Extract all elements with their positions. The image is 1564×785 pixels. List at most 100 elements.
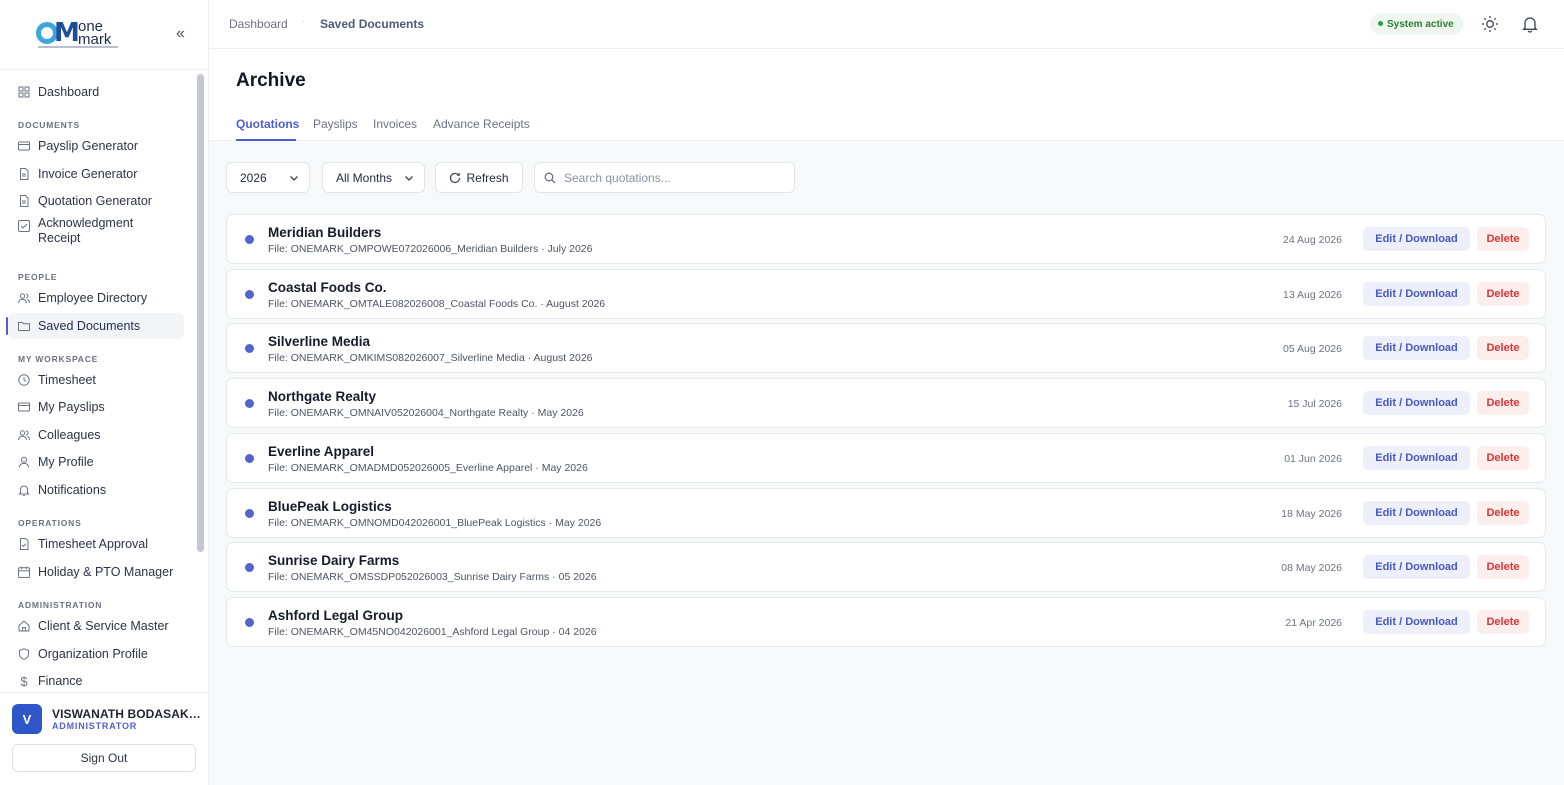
page-title: Archive: [236, 70, 306, 91]
sidebar-item-label: Dashboard: [38, 85, 100, 99]
tab-quotations[interactable]: Quotations: [236, 117, 299, 131]
users-icon: [18, 292, 30, 304]
sidebar-item-label: My Payslips: [38, 400, 105, 414]
document-name: Sunrise Dairy Farms: [268, 553, 400, 569]
edit-download-button[interactable]: Edit / Download: [1363, 391, 1470, 416]
document-name: Meridian Builders: [268, 225, 382, 240]
search-icon: [544, 172, 556, 183]
tab-payslips[interactable]: Payslips: [313, 117, 358, 131]
tab-invoices[interactable]: Invoices: [373, 117, 417, 131]
shield-icon: [18, 648, 30, 660]
grid-icon: [18, 86, 30, 98]
sidebar-item-my-payslips[interactable]: My Payslips: [8, 394, 184, 420]
card-icon: [18, 140, 30, 152]
sidebar-item-employee-directory[interactable]: Employee Directory: [8, 285, 184, 311]
edit-download-button[interactable]: Edit / Download: [1363, 500, 1470, 525]
status-dot: [245, 453, 254, 463]
section-documents: DOCUMENTS: [18, 120, 80, 130]
clock-icon: [18, 374, 30, 386]
edit-download-button[interactable]: Edit / Download: [1363, 281, 1470, 306]
sidebar-item-invoice-generator[interactable]: Invoice Generator: [8, 161, 184, 187]
sidebar-item-holiday-pto-manager[interactable]: Holiday & PTO Manager: [8, 559, 184, 585]
document-file: File: ONEMARK_OMNOMD042026001_BluePeak L…: [268, 516, 602, 529]
document-date: 21 Apr 2026: [1285, 616, 1342, 629]
delete-button[interactable]: Delete: [1477, 281, 1529, 306]
edit-download-button[interactable]: Edit / Download: [1363, 227, 1470, 251]
status-dot: [245, 344, 254, 354]
sidebar-item-saved-documents[interactable]: Saved Documents: [6, 313, 184, 339]
section-people: PEOPLE: [18, 272, 58, 282]
section-administration: ADMINISTRATION: [18, 600, 103, 610]
avatar[interactable]: V: [12, 704, 42, 734]
user-panel: V VISWANATH BODASAK… ADMINISTRATOR Sign …: [0, 692, 208, 785]
notifications-bell-icon[interactable]: [1521, 15, 1539, 33]
refresh-button[interactable]: Refresh: [435, 162, 523, 193]
sidebar-item-label: Finance: [38, 674, 83, 688]
delete-button[interactable]: Delete: [1477, 609, 1529, 634]
delete-button[interactable]: Delete: [1477, 445, 1529, 470]
edit-download-button[interactable]: Edit / Download: [1363, 336, 1470, 361]
sign-out-button[interactable]: Sign Out: [12, 744, 196, 772]
breadcrumb-dashboard[interactable]: Dashboard: [229, 17, 288, 31]
sidebar-item-acknowledgment-receipt[interactable]: Acknowledgment Receipt: [8, 216, 184, 252]
sidebar-scrollbar-thumb[interactable]: [197, 74, 204, 552]
edit-download-button[interactable]: Edit / Download: [1363, 445, 1470, 470]
document-date: 05 Aug 2026: [1283, 343, 1342, 356]
sidebar-item-payslip-generator[interactable]: Payslip Generator: [8, 133, 184, 159]
month-select[interactable]: All Months: [322, 162, 425, 193]
status-dot: [245, 563, 254, 573]
document-name: Everline Apparel: [268, 443, 375, 459]
sidebar-item-timesheet-approval[interactable]: Timesheet Approval: [8, 531, 184, 557]
document-row: Everline Apparel File: ONEMARK_OMADMD0520…: [226, 432, 1546, 483]
sidebar-item-label: My Profile: [38, 455, 94, 469]
year-select-value: 2026: [240, 170, 267, 185]
delete-button[interactable]: Delete: [1477, 555, 1529, 580]
document-date: 18 May 2026: [1281, 507, 1342, 520]
delete-button[interactable]: Delete: [1477, 227, 1529, 251]
sidebar-item-quotation-generator[interactable]: Quotation Generator: [8, 188, 184, 214]
document-file: File: ONEMARK_OMADMD052026005_Everline A…: [268, 461, 588, 474]
status-dot: [245, 508, 254, 518]
document-file: File: ONEMARK_OM45NO042026001_Ashford Le…: [268, 625, 597, 638]
document-name: Northgate Realty: [268, 389, 377, 405]
onemark-logo[interactable]: M one mark: [36, 18, 120, 52]
document-file: File: ONEMARK_OMNAIV052026004_Northgate …: [268, 407, 584, 420]
search-input[interactable]: [564, 170, 784, 185]
document-name: Ashford Legal Group: [268, 607, 403, 623]
sidebar-item-label: Timesheet Approval: [38, 537, 149, 551]
document-file: File: ONEMARK_OMSSDP052026003_Sunrise Da…: [268, 571, 597, 584]
document-file: File: ONEMARK_OMPOWE072026006_Meridian B…: [268, 243, 593, 255]
edit-download-button[interactable]: Edit / Download: [1363, 609, 1470, 634]
sidebar-item-colleagues[interactable]: Colleagues: [8, 422, 184, 448]
sidebar-item-label: Quotation Generator: [38, 194, 152, 208]
refresh-label: Refresh: [466, 170, 509, 185]
logo-tagline: [38, 46, 118, 48]
folder-icon: [18, 320, 30, 332]
sidebar-item-my-profile[interactable]: My Profile: [8, 449, 184, 475]
sidebar-item-notifications[interactable]: Notifications: [8, 477, 184, 503]
tab-advance-receipts[interactable]: Advance Receipts: [433, 117, 530, 131]
check-square-icon: [18, 220, 30, 232]
sidebar-item-label: Client & Service Master: [38, 619, 169, 633]
sidebar-item-dashboard[interactable]: Dashboard: [8, 79, 184, 105]
collapse-sidebar-icon[interactable]: «: [176, 25, 185, 43]
theme-toggle-sun-icon[interactable]: [1481, 15, 1499, 33]
user-name: VISWANATH BODASAK…: [52, 707, 201, 721]
breadcrumb-current: Saved Documents: [320, 17, 425, 31]
sidebar-item-organization-profile[interactable]: Organization Profile: [8, 641, 184, 667]
delete-button[interactable]: Delete: [1477, 336, 1529, 361]
sidebar-item-label: Timesheet: [38, 373, 96, 387]
edit-download-button[interactable]: Edit / Download: [1363, 555, 1470, 580]
delete-button[interactable]: Delete: [1477, 391, 1529, 416]
document-file: File: ONEMARK_OMKIMS082026007_Silverline…: [268, 352, 593, 365]
card-icon: [18, 401, 30, 413]
year-select[interactable]: 2026: [226, 162, 310, 193]
status-dot: [245, 617, 254, 627]
status-dot: [245, 289, 254, 299]
sidebar-item-client-service-master[interactable]: Client & Service Master: [8, 613, 184, 639]
sidebar-item-finance[interactable]: $ Finance: [8, 668, 184, 692]
sidebar-item-timesheet[interactable]: Timesheet: [8, 367, 184, 393]
search-box[interactable]: [534, 162, 795, 193]
refresh-icon: [450, 172, 461, 183]
delete-button[interactable]: Delete: [1477, 500, 1529, 525]
